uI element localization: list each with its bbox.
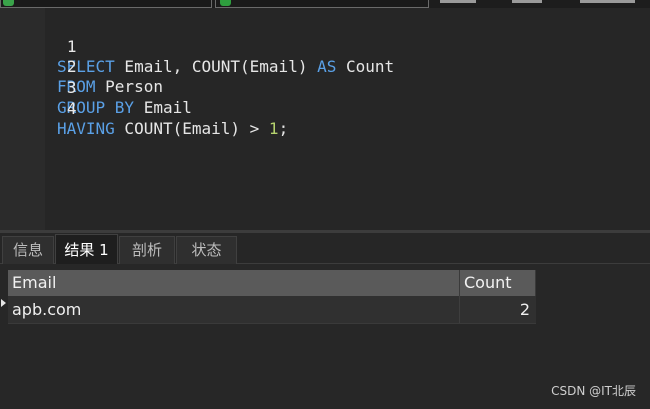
table-row[interactable]: apb.com 2 — [8, 296, 536, 324]
connection-icon — [3, 0, 14, 6]
cell-count[interactable]: 2 — [460, 296, 536, 323]
sql-identifier: Count — [336, 57, 395, 76]
sql-identifier: ; — [278, 119, 289, 138]
tab-info[interactable]: 信息 — [2, 236, 54, 264]
code-text[interactable]: SELECT Email, COUNT(Email) AS Count — [57, 57, 394, 77]
code-text[interactable]: HAVING COUNT(Email) > 1; — [57, 119, 288, 139]
column-header-email[interactable]: Email — [8, 270, 460, 296]
database-icon — [220, 0, 231, 6]
code-text[interactable]: GROUP BY Email — [57, 98, 192, 118]
sql-keyword: AS — [317, 57, 337, 76]
sql-identifier: Person — [95, 77, 163, 96]
tab-result-1[interactable]: 结果 1 — [55, 234, 118, 265]
connection-select[interactable] — [0, 0, 212, 8]
result-tabs: 信息 结果 1 剖析 状态 — [0, 233, 650, 265]
line-number: 4 — [66, 99, 77, 118]
sql-keyword: HAVING — [57, 119, 115, 138]
run-button[interactable] — [440, 0, 476, 3]
code-line: 4 HAVING COUNT(Email) > 1; — [0, 79, 288, 138]
database-select[interactable] — [215, 0, 429, 8]
line-number: 1 — [66, 37, 77, 56]
code-line: 3 GROUP BY Email — [0, 58, 192, 117]
line-number: 2 — [66, 57, 77, 76]
sql-identifier: Email, COUNT(Email) — [114, 57, 318, 76]
column-header-count[interactable]: Count — [460, 270, 536, 296]
explain-button[interactable] — [580, 0, 635, 3]
sql-identifier: Email — [134, 98, 192, 117]
tab-status[interactable]: 状态 — [176, 236, 237, 264]
sql-editor[interactable]: 1 SELECT Email, COUNT(Email) AS Count 2 … — [0, 8, 650, 230]
code-line: 2 FROM Person — [0, 37, 163, 96]
stop-button[interactable] — [512, 0, 542, 3]
sql-number: 1 — [268, 119, 279, 138]
watermark: CSDN @IT北辰 — [551, 384, 636, 398]
tab-profile[interactable]: 剖析 — [119, 236, 175, 264]
sql-identifier: COUNT(Email) > — [114, 119, 269, 138]
current-row-indicator-icon — [1, 299, 6, 307]
cell-email[interactable]: apb.com — [8, 296, 460, 323]
toolbar — [0, 0, 650, 8]
line-number: 3 — [66, 78, 77, 97]
code-line: 1 SELECT Email, COUNT(Email) AS Count — [0, 17, 394, 76]
